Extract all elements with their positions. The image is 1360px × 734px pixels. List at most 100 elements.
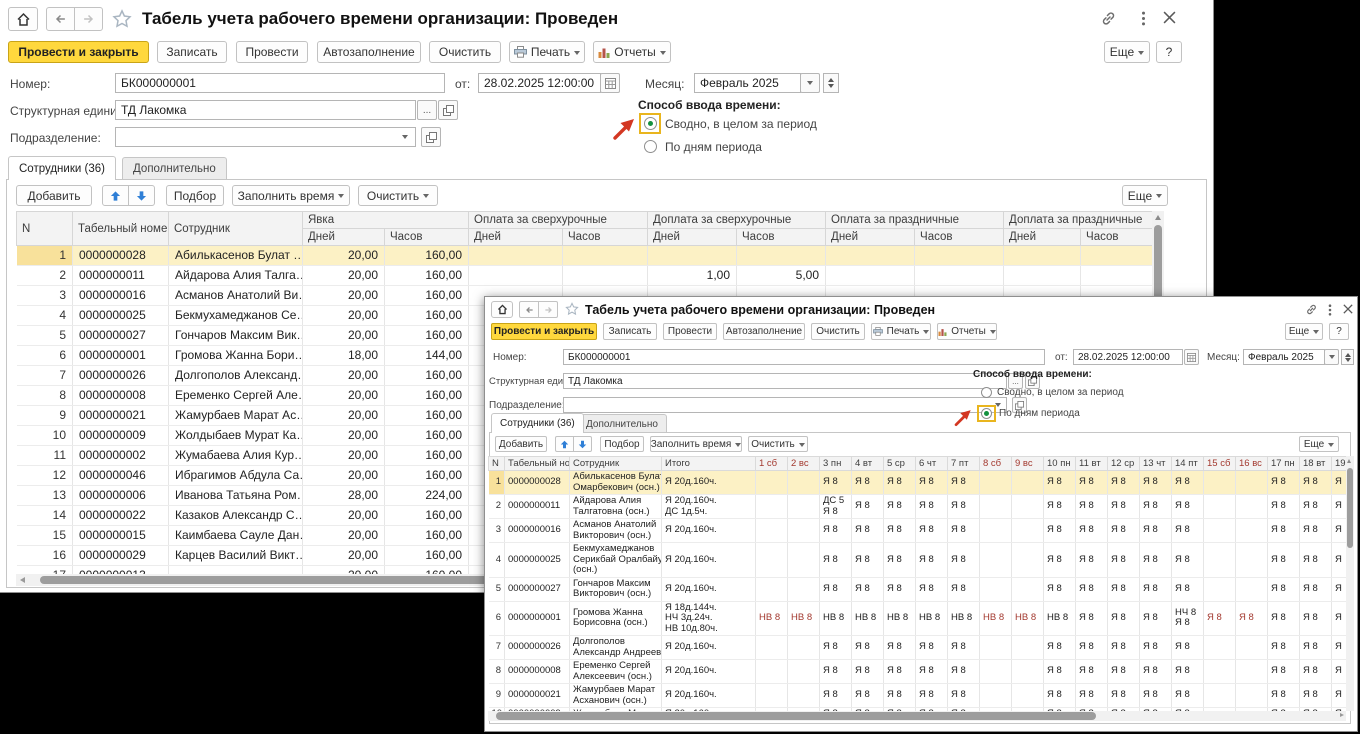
more-button[interactable]: Еще [1285, 323, 1323, 340]
department-field[interactable] [115, 127, 416, 147]
cell[interactable]: 3 [489, 519, 505, 543]
cell[interactable]: 0000000026 [73, 366, 169, 386]
cell[interactable]: Я 8 [1300, 684, 1332, 708]
autofill-button[interactable]: Автозаполнение [723, 323, 805, 340]
cell[interactable]: 160,00 [385, 306, 469, 326]
cell[interactable]: 20,00 [303, 506, 385, 526]
cell[interactable]: Я 8 [820, 519, 852, 543]
cell[interactable]: 0000000011 [505, 495, 570, 519]
cell[interactable]: Я 8 [884, 543, 916, 578]
cell[interactable]: Жумабаева Алия Кур… [169, 446, 303, 466]
cell[interactable]: Я 8 [884, 471, 916, 495]
cell[interactable]: 0000000016 [505, 519, 570, 543]
cell[interactable]: Я 8 [1268, 660, 1300, 684]
date-field[interactable]: 28.02.2025 12:00:00 [1073, 349, 1183, 365]
forward-button[interactable] [538, 301, 558, 318]
cell[interactable]: Я 8 [1172, 519, 1204, 543]
cell[interactable]: 160,00 [385, 506, 469, 526]
cell[interactable] [169, 566, 303, 575]
cell[interactable] [469, 246, 563, 266]
cell[interactable]: Еременко Сергей Алексеевич (осн.) [570, 660, 662, 684]
cell[interactable]: 5,00 [737, 266, 826, 286]
table-row[interactable]: 60000000001Громова Жанна Борисовна (осн.… [489, 601, 1347, 636]
cell[interactable]: 0000000013 [73, 566, 169, 575]
clear-grid-button[interactable]: Очистить [748, 436, 808, 452]
cell[interactable]: 144,00 [385, 346, 469, 366]
cell[interactable]: Асманов Анатолий Викторович (осн.) [570, 519, 662, 543]
cell[interactable]: Я 8 [1108, 543, 1140, 578]
cell[interactable]: Я 8 [884, 495, 916, 519]
get-link-icon[interactable] [1305, 303, 1318, 316]
department-field[interactable] [563, 397, 1007, 413]
cell[interactable]: Я 8 [1076, 684, 1108, 708]
cell[interactable]: Я 8 [1108, 660, 1140, 684]
cell[interactable]: 0000000001 [73, 346, 169, 366]
unit-select-button[interactable]: ... [417, 100, 437, 120]
cell[interactable]: 16 [17, 546, 73, 566]
reports-button[interactable]: Отчеты [593, 41, 671, 63]
cell[interactable] [1236, 543, 1268, 578]
grid-more-button[interactable]: Еще [1299, 436, 1339, 452]
cell[interactable] [756, 684, 788, 708]
column-group-header[interactable]: Явка [303, 212, 469, 229]
cell[interactable]: НВ 8 [884, 601, 916, 636]
cell[interactable]: 160,00 [385, 466, 469, 486]
table-row[interactable]: 10000000028Абилькасенов Булат …20,00160,… [17, 246, 1153, 266]
cell[interactable] [1012, 636, 1044, 660]
radio-by-days[interactable] [981, 408, 992, 419]
cell[interactable] [563, 266, 648, 286]
cell[interactable]: Я 8 [852, 495, 884, 519]
cell[interactable]: Я 8 [1140, 660, 1172, 684]
cell[interactable]: Я 8 [1300, 519, 1332, 543]
cell[interactable]: Я 8 [1300, 636, 1332, 660]
cell[interactable]: Я 8 [1172, 495, 1204, 519]
cell[interactable]: Я 8 [852, 471, 884, 495]
cell[interactable]: 0000000021 [73, 406, 169, 426]
scrollbar-thumb[interactable] [496, 712, 1096, 720]
cell[interactable]: 18,00 [303, 346, 385, 366]
more-button[interactable]: Еще [1104, 41, 1150, 63]
cell[interactable]: 1 [17, 246, 73, 266]
cell[interactable]: Бекмухамеджанов Се… [169, 306, 303, 326]
calendar-button[interactable] [1184, 349, 1199, 365]
cell[interactable]: Я 8 [852, 577, 884, 601]
cell[interactable]: 5 [17, 326, 73, 346]
cell[interactable]: Еременко Сергей Але… [169, 386, 303, 406]
column-header[interactable]: N [489, 457, 505, 471]
home-button[interactable] [8, 7, 38, 31]
day-column-header[interactable]: 6 чт [916, 457, 948, 471]
cell[interactable]: 0000000009 [73, 426, 169, 446]
cell[interactable]: 15 [17, 526, 73, 546]
day-column-header[interactable]: 15 сб [1204, 457, 1236, 471]
pick-button[interactable]: Подбор [600, 436, 644, 452]
cell[interactable] [915, 266, 1004, 286]
number-field[interactable]: БК000000001 [563, 349, 1045, 365]
column-header[interactable]: Сотрудник [169, 212, 303, 246]
cell[interactable]: 2 [17, 266, 73, 286]
cell[interactable]: 0000000002 [73, 446, 169, 466]
tab-employees[interactable]: Сотрудники (36) [491, 413, 584, 433]
cell[interactable]: Жамурбаев Марат Асханович (осн.) [570, 684, 662, 708]
cell[interactable] [915, 246, 1004, 266]
help-button[interactable]: ? [1156, 41, 1182, 63]
grid-more-button[interactable]: Еще [1122, 185, 1168, 206]
cell[interactable] [980, 471, 1012, 495]
cell[interactable]: Я 8 [884, 577, 916, 601]
cell[interactable]: 160,00 [385, 246, 469, 266]
cell[interactable] [1081, 266, 1152, 286]
column-header[interactable]: Итого [662, 457, 756, 471]
cell[interactable] [1012, 660, 1044, 684]
cell[interactable]: Я 8 [884, 684, 916, 708]
cell[interactable]: Я 8 [852, 684, 884, 708]
cell[interactable]: Я 8 [1172, 636, 1204, 660]
cell[interactable]: 20,00 [303, 306, 385, 326]
cell[interactable]: НВ 8 [916, 601, 948, 636]
cell[interactable] [756, 495, 788, 519]
autofill-button[interactable]: Автозаполнение [317, 41, 421, 63]
cell[interactable] [563, 246, 648, 266]
cell[interactable]: Я 8 [1172, 684, 1204, 708]
cell[interactable]: 8 [489, 660, 505, 684]
cell[interactable]: Я 8 [1140, 636, 1172, 660]
post-and-close-button[interactable]: Провести и закрыть [491, 323, 597, 340]
column-header[interactable]: Табельный номер [505, 457, 570, 471]
